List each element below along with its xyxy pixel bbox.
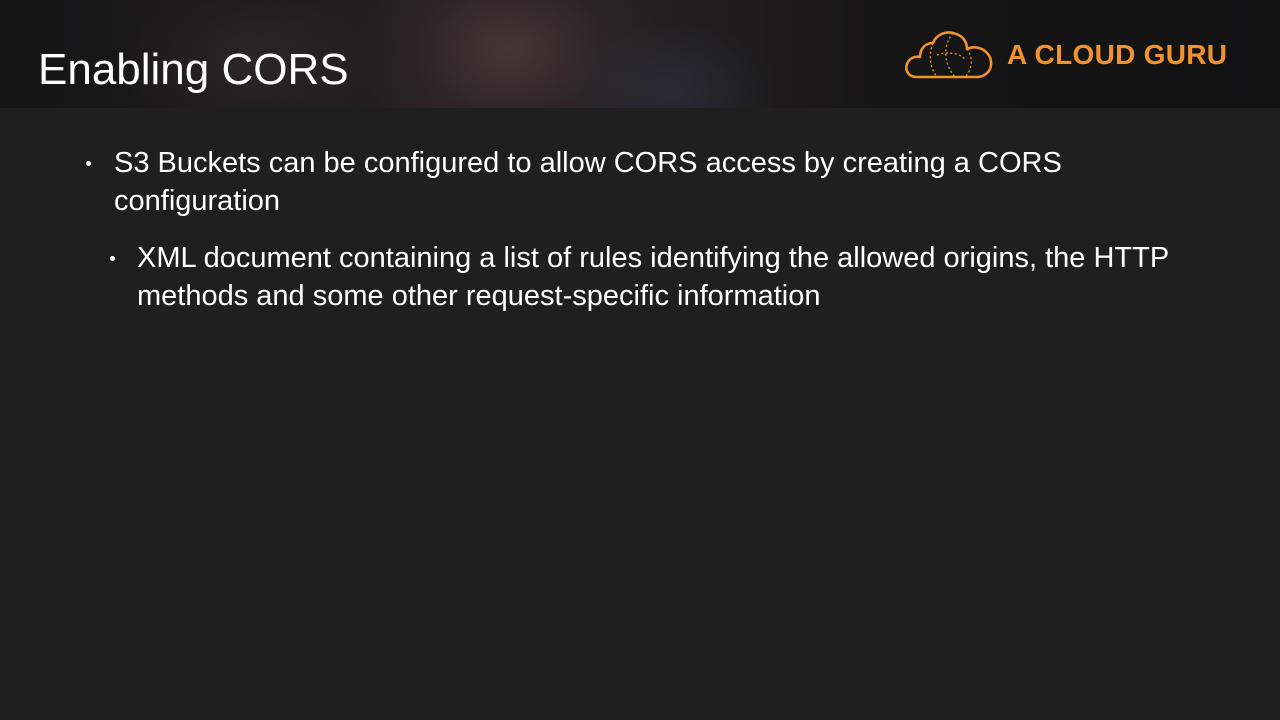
cloud-logo-icon: [905, 31, 993, 79]
bullet-text: XML document containing a list of rules …: [137, 242, 1169, 312]
brand-name: A CLOUD GURU: [1007, 39, 1228, 70]
bullet-text: S3 Buckets can be configured to allow CO…: [114, 147, 1062, 217]
bullet-dot-icon: [86, 161, 91, 166]
bullet-item-level-2: XML document containing a list of rules …: [110, 239, 1237, 315]
slide: Enabling CORS A CLOUD GURU S3 Buckets ca…: [0, 0, 1280, 720]
header-banner: Enabling CORS A CLOUD GURU: [0, 0, 1280, 108]
bullet-item-level-1: S3 Buckets can be configured to allow CO…: [86, 144, 1174, 220]
brand-logo: A CLOUD GURU: [903, 28, 1227, 82]
bullet-dot-icon: [110, 256, 115, 261]
slide-title: Enabling CORS: [38, 45, 349, 94]
